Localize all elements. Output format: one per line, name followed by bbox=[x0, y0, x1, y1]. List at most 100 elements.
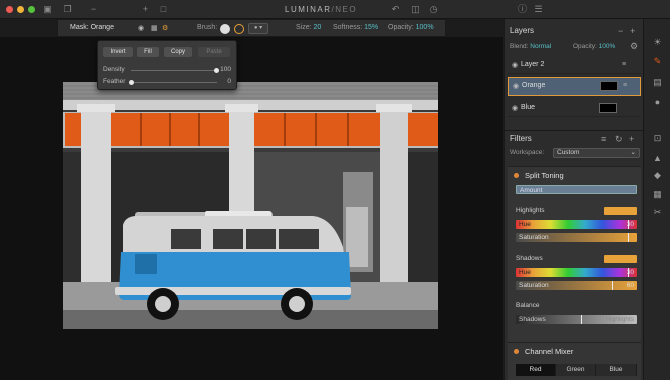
feather-value: 0 bbox=[227, 78, 231, 85]
delete-mask-icon[interactable]: ▦ bbox=[151, 24, 158, 32]
blend-value: Normal bbox=[530, 43, 552, 50]
density-label: Density bbox=[103, 66, 125, 73]
blend-control[interactable]: Blend: Normal bbox=[510, 43, 551, 50]
copy-mask-button[interactable]: Copy bbox=[164, 47, 192, 57]
gallery-icon[interactable]: ❐ bbox=[62, 4, 73, 15]
layer-opacity-control[interactable]: Opacity: 100% bbox=[573, 43, 615, 50]
layer-options-icon[interactable]: ≡ bbox=[623, 82, 627, 89]
mask-settings-icon[interactable]: ⚙ bbox=[162, 24, 168, 32]
layer-row-blue[interactable]: ◉ Blue bbox=[508, 100, 641, 117]
shadows-hue-value: 30 bbox=[626, 269, 634, 276]
density-slider-handle[interactable] bbox=[214, 68, 219, 73]
minimize-window-button[interactable] bbox=[17, 6, 24, 13]
density-slider[interactable] bbox=[131, 68, 219, 73]
density-value: 100 bbox=[220, 66, 231, 73]
folder-icon[interactable]: ▣ bbox=[42, 4, 53, 15]
scissors-icon[interactable]: ✂ bbox=[652, 207, 663, 218]
filters-header: Filters ≡ ↻ + bbox=[505, 130, 644, 146]
balance-slider[interactable]: Shadows Highlights bbox=[516, 315, 637, 324]
size-control[interactable]: Size: 20 bbox=[296, 24, 321, 31]
fill-mask-button[interactable]: Fill bbox=[137, 47, 159, 57]
add-filter-icon[interactable]: + bbox=[629, 134, 634, 144]
undo-icon[interactable]: ↶ bbox=[390, 4, 401, 15]
feather-slider-handle[interactable] bbox=[129, 80, 134, 85]
add-layer-icon[interactable]: + bbox=[630, 26, 635, 36]
eye-icon[interactable]: ◉ bbox=[513, 82, 519, 90]
layer-mask-thumbnail[interactable] bbox=[599, 103, 617, 113]
zoom-window-button[interactable] bbox=[28, 6, 35, 13]
balance-handle[interactable] bbox=[581, 315, 582, 324]
invert-mask-button[interactable]: Invert bbox=[103, 47, 133, 57]
shadows-hue-slider[interactable]: Hue 30 bbox=[516, 268, 637, 277]
brush-tool-icon[interactable]: ✎ bbox=[652, 56, 663, 67]
shadows-saturation-slider[interactable]: Saturation 60 bbox=[516, 281, 637, 290]
transform-icon[interactable]: ▦ bbox=[652, 189, 663, 200]
workspace-value: Custom bbox=[557, 149, 580, 156]
zoom-in-icon[interactable]: + bbox=[140, 4, 151, 15]
compare-icon[interactable]: ◫ bbox=[410, 4, 421, 15]
filters-title: Filters bbox=[510, 134, 532, 143]
eye-icon[interactable]: ◉ bbox=[512, 61, 518, 69]
split-toning-title[interactable]: Split Toning bbox=[525, 171, 564, 180]
channel-tab-red[interactable]: Red bbox=[516, 364, 556, 376]
blend-label: Blend: bbox=[510, 43, 529, 50]
layer-row-layer-2[interactable]: ◉ Layer 2 ≡ bbox=[508, 57, 641, 74]
channel-mixer-filter: Channel Mixer Red Green Blue bbox=[508, 342, 641, 380]
highlights-hue-label: Hue bbox=[519, 221, 531, 228]
layers-header: Layers − + bbox=[505, 23, 644, 39]
shadows-saturation-handle[interactable] bbox=[612, 281, 613, 290]
paste-mask-button[interactable]: Paste bbox=[198, 47, 230, 57]
chevron-down-icon: ⌄ bbox=[630, 149, 636, 156]
highlights-saturation-slider[interactable]: Saturation bbox=[516, 233, 637, 242]
feather-label: Feather bbox=[103, 78, 126, 85]
erase-brush-button[interactable] bbox=[234, 24, 244, 34]
layer-settings-icon[interactable]: ⚙ bbox=[630, 41, 638, 52]
channel-tab-green[interactable]: Green bbox=[556, 364, 596, 376]
filter-enabled-indicator[interactable] bbox=[514, 349, 519, 354]
layer-options-icon[interactable]: ≡ bbox=[622, 61, 626, 68]
highlights-saturation-handle[interactable] bbox=[628, 233, 629, 242]
gradient-tool-icon[interactable]: ▤ bbox=[652, 77, 663, 88]
mask-label: Mask: Orange bbox=[70, 24, 114, 31]
shadows-hue-label: Hue bbox=[519, 269, 531, 276]
filter-presets-icon[interactable]: ≡ bbox=[601, 134, 606, 144]
edited-photo bbox=[63, 82, 438, 329]
layers-toggle-icon[interactable]: ☰ bbox=[533, 4, 544, 15]
info-icon[interactable]: ⓘ bbox=[517, 4, 528, 15]
amount-slider[interactable]: Amount bbox=[516, 185, 637, 194]
size-value: 20 bbox=[313, 24, 322, 31]
feather-slider[interactable] bbox=[129, 80, 217, 85]
shadows-color-swatch[interactable] bbox=[604, 255, 637, 263]
app-title-suffix: NEO bbox=[335, 5, 358, 14]
layer-name: Layer 2 bbox=[521, 61, 545, 68]
history-icon[interactable]: ◷ bbox=[428, 4, 439, 15]
clone-stamp-icon[interactable]: ▲ bbox=[652, 152, 663, 163]
shadows-saturation-label: Saturation bbox=[519, 282, 549, 289]
paint-brush-button[interactable] bbox=[220, 24, 230, 34]
highlights-hue-value: 30 bbox=[626, 221, 634, 228]
eye-icon[interactable]: ◉ bbox=[512, 104, 518, 112]
sun-icon[interactable]: ☀ bbox=[652, 37, 663, 48]
radial-tool-icon[interactable]: ● bbox=[652, 96, 663, 107]
layer-mask-thumbnail[interactable] bbox=[600, 81, 618, 91]
filter-refresh-icon[interactable]: ↻ bbox=[615, 134, 623, 145]
close-window-button[interactable] bbox=[6, 6, 13, 13]
highlights-color-swatch[interactable] bbox=[604, 207, 637, 215]
layer-opacity-label: Opacity: bbox=[573, 43, 597, 50]
mask-visibility-icon[interactable]: ◉ bbox=[138, 24, 144, 32]
zoom-out-icon[interactable]: − bbox=[88, 4, 99, 15]
channel-mixer-title[interactable]: Channel Mixer bbox=[525, 347, 573, 356]
opacity-control[interactable]: Opacity: 100% bbox=[388, 24, 434, 31]
highlights-hue-slider[interactable]: Hue 30 bbox=[516, 220, 637, 229]
balance-highlights-label: Highlights bbox=[605, 316, 634, 323]
remove-layer-icon[interactable]: − bbox=[618, 26, 623, 36]
brush-type-dropdown[interactable]: ● ▾ bbox=[248, 23, 268, 34]
eraser-icon[interactable]: ◆ bbox=[652, 170, 663, 181]
softness-control[interactable]: Softness: 15% bbox=[333, 24, 378, 31]
channel-tab-blue[interactable]: Blue bbox=[596, 364, 637, 376]
fit-screen-icon[interactable]: □ bbox=[158, 4, 169, 15]
layer-row-orange[interactable]: ◉ Orange ≡ bbox=[508, 77, 641, 96]
filter-enabled-indicator[interactable] bbox=[514, 173, 519, 178]
crop-icon[interactable]: ⊡ bbox=[652, 133, 663, 144]
workspace-dropdown[interactable]: Custom ⌄ bbox=[553, 148, 640, 158]
